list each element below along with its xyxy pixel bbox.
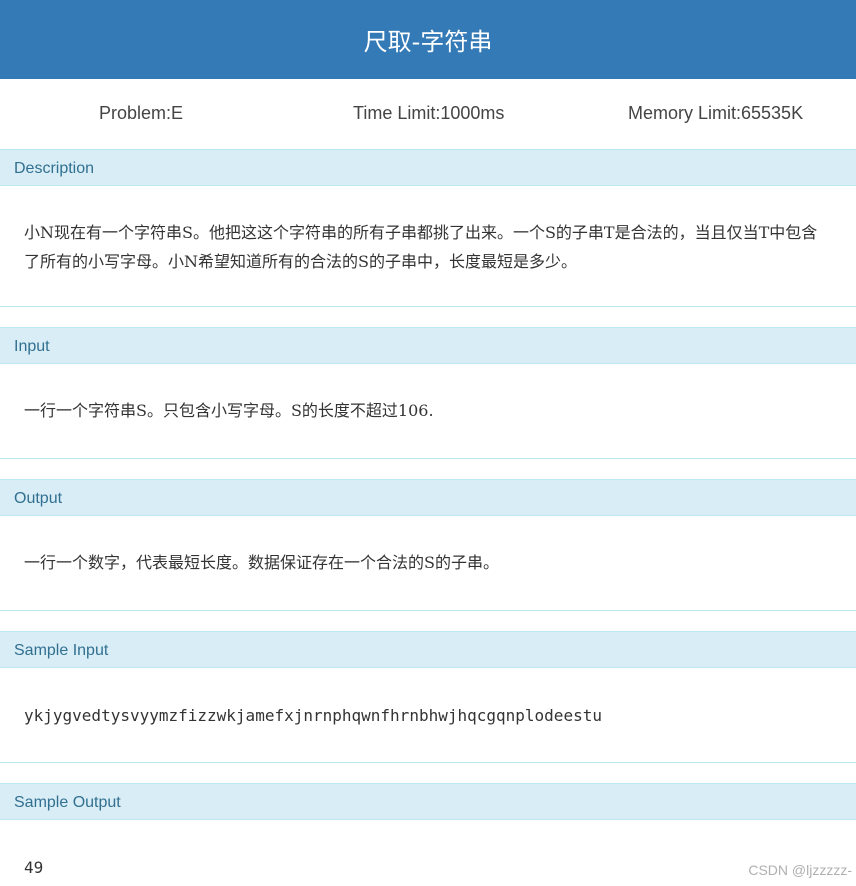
output-body: 一行一个数字，代表最短长度。数据保证存在一个合法的S的子串。 <box>0 517 856 611</box>
input-header: Input <box>0 327 856 364</box>
sample-input-header: Sample Input <box>0 631 856 668</box>
description-text: 小N现在有一个字符串S。他把这这个字符串的所有子串都挑了出来。一个S的子串T是合… <box>24 223 818 271</box>
sample-output-body: 49 <box>0 821 856 886</box>
memory-limit: Memory Limit:65535K <box>628 103 804 123</box>
input-title: Input <box>14 338 50 355</box>
problem-id: Problem:E <box>99 103 184 123</box>
output-title: Output <box>14 490 63 507</box>
sample-output-text: 49 <box>24 858 44 877</box>
description-body: 小N现在有一个字符串S。他把这这个字符串的所有子串都挑了出来。一个S的子串T是合… <box>0 187 856 307</box>
problem-meta-row: Problem:E Time Limit:1000ms Memory Limit… <box>0 79 856 149</box>
input-body: 一行一个字符串S。只包含小写字母。S的长度不超过106. <box>0 365 856 459</box>
sample-output-header: Sample Output <box>0 783 856 820</box>
output-header: Output <box>0 479 856 516</box>
problem-title-bar: 尺取-字符串 <box>0 0 856 79</box>
description-header: Description <box>0 149 856 186</box>
output-text: 一行一个数字，代表最短长度。数据保证存在一个合法的S的子串。 <box>24 553 499 572</box>
csdn-watermark: CSDN @ljzzzzz- <box>748 862 852 878</box>
sample-input-body: ykjygvedtysvyymzfizzwkjamefxjnrnphqwnfhr… <box>0 669 856 763</box>
sample-input-text: ykjygvedtysvyymzfizzwkjamefxjnrnphqwnfhr… <box>24 706 602 725</box>
problem-title: 尺取-字符串 <box>363 28 493 56</box>
input-text: 一行一个字符串S。只包含小写字母。S的长度不超过106. <box>24 401 434 420</box>
description-title: Description <box>14 160 95 177</box>
sample-output-title: Sample Output <box>14 794 121 811</box>
time-limit: Time Limit:1000ms <box>353 103 505 123</box>
sample-input-title: Sample Input <box>14 642 109 659</box>
